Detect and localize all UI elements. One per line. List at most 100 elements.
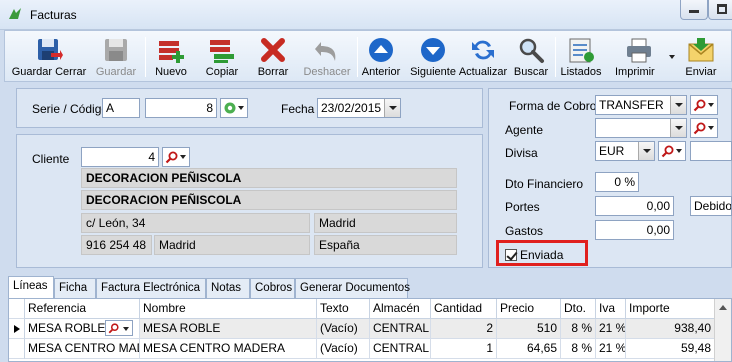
cell-referencia[interactable]: MESA CENTRO MADE [25,339,140,359]
column-header-nombre[interactable]: Nombre [140,299,317,319]
tab-cobros[interactable]: Cobros [250,278,295,298]
save-close-icon [38,39,63,60]
tab-lineas[interactable]: Líneas [8,276,54,298]
tab-ficha[interactable]: Ficha [54,278,96,298]
cliente-codigo-input[interactable]: 4 [81,147,159,167]
serie-label: Serie / Código [32,102,109,116]
gastos-input[interactable]: 0,00 [595,220,674,240]
dto-financiero-input[interactable]: 0 % [595,172,639,192]
borrar-label: Borrar [257,66,289,78]
deshacer-button[interactable]: Deshacer [299,33,355,81]
cell-almacen[interactable]: CENTRAL [370,319,431,339]
cell-cantidad[interactable]: 2 [431,319,497,339]
settings-dropdown-button[interactable] [220,98,248,118]
fecha-input[interactable]: 23/02/2015 [317,98,401,118]
new-icon [159,41,184,63]
guardar-cerrar-button[interactable]: Guardar Cerrar [9,33,89,81]
cell-dto[interactable]: 8 % [561,339,596,359]
cell-nombre[interactable]: MESA ROBLE [140,319,317,339]
divisa-select[interactable]: EUR [595,141,655,161]
cliente-telefono: 916 254 48 [81,235,152,255]
cell-texto[interactable]: (Vacío) [317,319,370,339]
agente-label: Agente [505,123,544,137]
anterior-label: Anterior [361,66,401,78]
divisa-search-button[interactable] [658,141,686,161]
agente-search-button[interactable] [690,118,718,138]
cliente-ciudad: Madrid [314,213,457,233]
serie-input[interactable]: A [102,98,140,118]
buscar-button[interactable]: Buscar [511,33,551,81]
divisa-extra-field[interactable] [690,141,732,161]
listados-label: Listados [560,66,602,78]
delete-icon [261,38,285,62]
cell-dto[interactable]: 8 % [561,319,596,339]
portes-label: Portes [505,200,540,214]
actualizar-label: Actualizar [458,66,508,78]
cell-nombre[interactable]: MESA CENTRO MADERA [140,339,317,359]
copiar-button[interactable]: Copiar [199,33,245,81]
divisa-label: Divisa [505,146,538,160]
nuevo-button[interactable]: Nuevo [149,33,193,81]
chevron-down-icon[interactable] [669,55,675,59]
column-header-importe[interactable]: Importe [626,299,715,319]
cell-iva[interactable]: 21 % [596,319,626,339]
enviar-button[interactable]: Enviar [681,33,721,81]
search-icon [519,38,544,63]
cell-precio[interactable]: 64,65 [497,339,561,359]
forma-cobro-select[interactable]: TRANSFER [595,95,687,115]
cell-precio[interactable]: 510 [497,319,561,339]
borrar-button[interactable]: Borrar [253,33,293,81]
column-header-cantidad[interactable]: Cantidad [431,299,497,319]
column-header-referencia[interactable]: Referencia [25,299,140,319]
referencia-search-button[interactable] [105,320,133,336]
cell-cantidad[interactable]: 1 [431,339,497,359]
cliente-pais: España [314,235,457,255]
listados-button[interactable]: Listados [557,33,605,81]
enviada-checkbox[interactable] [505,249,517,261]
toolbar-separator [145,37,146,77]
cliente-nombre2: DECORACION PEÑISCOLA [81,190,457,210]
tab-notas[interactable]: Notas [206,278,250,298]
cell-texto[interactable]: (Vacío) [317,339,370,359]
column-header-precio[interactable]: Precio [497,299,561,319]
portes-input[interactable]: 0,00 [595,196,674,216]
vertical-scrollbar[interactable] [714,299,731,361]
cell-importe[interactable]: 938,40 [626,319,715,339]
codigo-input[interactable]: 8 [145,98,217,118]
maximize-button[interactable] [708,0,732,20]
enviar-label: Enviar [685,66,717,78]
enviada-label: Enviada [520,248,564,262]
forma-cobro-label: Forma de Cobro [509,99,597,113]
siguiente-label: Siguiente [410,66,456,78]
scroll-up-icon[interactable] [719,305,727,310]
copy-icon [210,40,234,63]
cliente-direccion: c/ León, 34 [81,213,310,233]
tab-generar-documentos[interactable]: Generar Documentos [295,278,410,298]
search-icon [661,145,674,158]
cell-importe[interactable]: 59,48 [626,339,715,359]
column-header-iva[interactable]: Iva [596,299,626,319]
calendar-dropdown-icon[interactable] [384,99,400,117]
nuevo-label: Nuevo [155,66,187,78]
guardar-button[interactable]: Guardar [91,33,141,81]
forma-cobro-search-button[interactable] [690,95,718,115]
imprimir-button[interactable]: Imprimir [611,33,677,81]
minimize-button[interactable] [680,0,708,20]
siguiente-button[interactable]: Siguiente [407,33,459,81]
column-header-dto[interactable]: Dto. [561,299,596,319]
cell-iva[interactable]: 21 % [596,339,626,359]
column-header-texto[interactable]: Texto [317,299,370,319]
row-indicator [9,339,25,359]
refresh-icon [472,40,494,60]
cliente-search-button[interactable] [162,147,190,167]
agente-select[interactable] [595,118,687,138]
column-header-almacen[interactable]: Almacén [370,299,431,319]
search-icon [693,122,706,135]
portes-tipo-select[interactable]: Debido [690,196,732,216]
cell-referencia[interactable]: MESA ROBLE [25,319,140,339]
cell-almacen[interactable]: CENTRAL [370,339,431,359]
tab-factura-electronica[interactable]: Factura Electrónica [96,278,206,298]
actualizar-button[interactable]: Actualizar [457,33,509,81]
anterior-button[interactable]: Anterior [359,33,403,81]
gastos-label: Gastos [505,224,544,238]
